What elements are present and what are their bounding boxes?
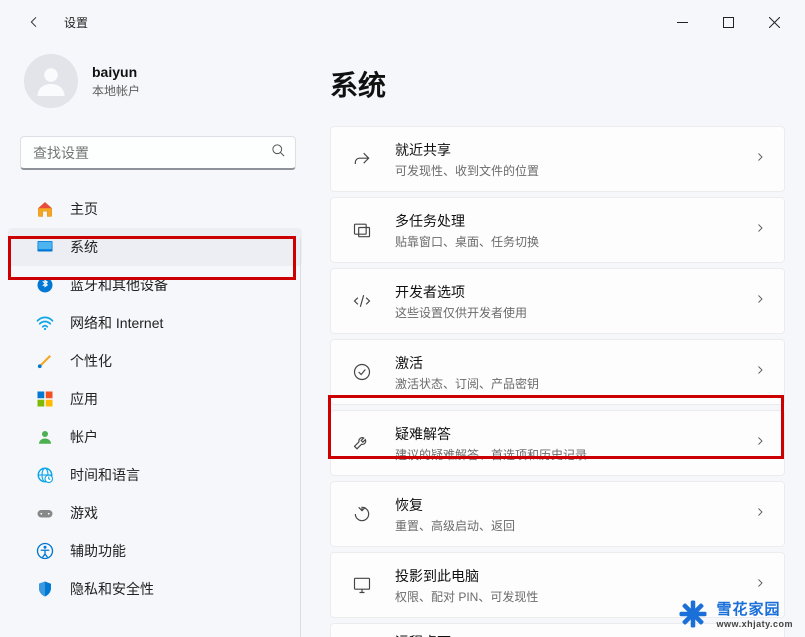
card-troubleshoot[interactable]: 疑难解答建议的疑难解答、首选项和历史记录 (330, 410, 785, 476)
nav-label: 网络和 Internet (70, 313, 163, 333)
card-nearby-sharing[interactable]: 就近共享可发现性、收到文件的位置 (330, 126, 785, 192)
nav-label: 系统 (70, 237, 98, 257)
nav-system[interactable]: 系统 (8, 228, 302, 266)
close-button[interactable] (751, 6, 797, 38)
nav-label: 主页 (70, 199, 98, 219)
bluetooth-icon (36, 276, 54, 294)
shield-icon (36, 580, 54, 598)
user-profile[interactable]: baiyun 本地帐户 (0, 54, 310, 122)
chevron-right-icon (754, 221, 766, 239)
nav-label: 个性化 (70, 351, 112, 371)
recovery-icon (349, 501, 375, 527)
nav-accounts[interactable]: 帐户 (8, 418, 302, 456)
nav-label: 帐户 (70, 427, 98, 447)
window-title: 设置 (64, 14, 88, 31)
chevron-right-icon (754, 363, 766, 381)
nav-time[interactable]: 时间和语言 (8, 456, 302, 494)
back-button[interactable] (18, 6, 50, 38)
system-icon (36, 238, 54, 256)
nav-label: 游戏 (70, 503, 98, 523)
wrench-icon (349, 430, 375, 456)
project-icon (349, 572, 375, 598)
globe-icon (36, 466, 54, 484)
nav-label: 时间和语言 (70, 465, 140, 485)
remote-icon (349, 632, 375, 637)
search-box[interactable] (20, 136, 296, 170)
card-activation[interactable]: 激活激活状态、订阅、产品密钥 (330, 339, 785, 405)
multitask-icon (349, 217, 375, 243)
maximize-button[interactable] (705, 6, 751, 38)
share-icon (349, 146, 375, 172)
chevron-right-icon (754, 150, 766, 168)
search-icon (271, 143, 286, 163)
avatar (24, 54, 78, 108)
minimize-button[interactable] (659, 6, 705, 38)
nav-label: 隐私和安全性 (70, 579, 154, 599)
wifi-icon (36, 314, 54, 332)
page-title: 系统 (330, 64, 785, 104)
card-developer[interactable]: 开发者选项这些设置仅供开发者使用 (330, 268, 785, 334)
person-icon (36, 428, 54, 446)
nav-home[interactable]: 主页 (8, 190, 302, 228)
nav-apps[interactable]: 应用 (8, 380, 302, 418)
nav-bluetooth[interactable]: 蓝牙和其他设备 (8, 266, 302, 304)
nav-label: 辅助功能 (70, 541, 126, 561)
watermark-logo-icon (678, 599, 708, 629)
check-circle-icon (349, 359, 375, 385)
developer-icon (349, 288, 375, 314)
chevron-right-icon (754, 576, 766, 594)
gamepad-icon (36, 504, 54, 522)
chevron-right-icon (754, 434, 766, 452)
search-input[interactable] (20, 136, 296, 170)
watermark: 雪花家园 www.xhjaty.com (678, 598, 793, 629)
nav-label: 应用 (70, 389, 98, 409)
nav-personalize[interactable]: 个性化 (8, 342, 302, 380)
nav-gaming[interactable]: 游戏 (8, 494, 302, 532)
card-multitasking[interactable]: 多任务处理贴靠窗口、桌面、任务切换 (330, 197, 785, 263)
nav-list: 主页 系统 蓝牙和其他设备 网络和 Internet 个性化 应用 (0, 184, 310, 637)
chevron-right-icon (754, 505, 766, 523)
nav-privacy[interactable]: 隐私和安全性 (8, 570, 302, 608)
account-type: 本地帐户 (92, 82, 140, 99)
nav-accessibility[interactable]: 辅助功能 (8, 532, 302, 570)
nav-label: 蓝牙和其他设备 (70, 275, 168, 295)
home-icon (36, 200, 54, 218)
brush-icon (36, 352, 54, 370)
user-name: baiyun (92, 64, 140, 80)
card-recovery[interactable]: 恢复重置、高级启动、返回 (330, 481, 785, 547)
nav-network[interactable]: 网络和 Internet (8, 304, 302, 342)
accessibility-icon (36, 542, 54, 560)
apps-icon (36, 390, 54, 408)
chevron-right-icon (754, 292, 766, 310)
